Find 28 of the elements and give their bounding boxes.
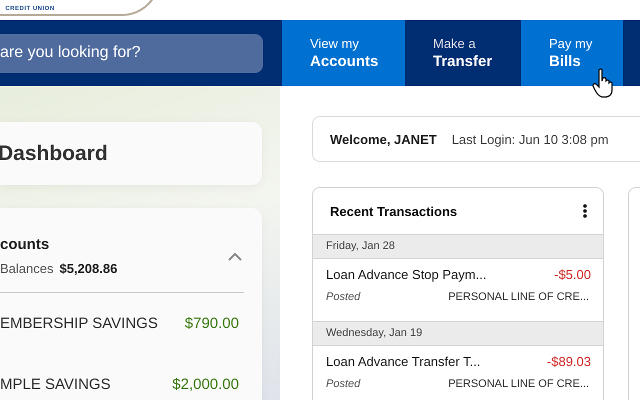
transaction-description: Loan Advance Stop Paym... [326,267,486,282]
account-name[interactable]: EMBERSHIP SAVINGS [0,315,158,332]
more-options-icon[interactable] [583,204,587,218]
date-header: Wednesday, Jan 19 [313,321,603,346]
transaction-status: Posted [326,291,360,303]
hand-cursor-icon [592,68,614,98]
welcome-text: Welcome, JANET [330,132,437,146]
transaction-status: Posted [326,378,360,390]
nav-button[interactable]: Pay my Bills [521,20,623,86]
transaction-amount: -$89.03 [546,354,591,369]
account-balance: $2,000.00 [172,376,239,393]
last-login-text: Last Login: Jun 10 3:08 pm [452,132,609,146]
card-title: Recent Transactions [330,204,458,218]
balance-label: Balances [0,261,54,276]
transaction-amount: -$5.00 [554,267,591,282]
chevron-icon[interactable] [228,252,242,260]
transaction-row[interactable]: Loan Advance Stop Paym... -$5.00 Posted PERSONAL LINE OF CRE... [313,259,603,321]
account-name[interactable]: MPLE SAVINGS [0,376,111,393]
account-balance: $790.00 [184,315,239,332]
balance-amount: $5,208.86 [59,261,118,276]
transaction-row[interactable]: Loan Advance Transfer T... -$89.03 Posted PERSONAL LINE OF CRE... [313,346,603,400]
transaction-description: Loan Advance Transfer T... [326,354,480,369]
date-header: Friday, Jan 28 [313,234,603,259]
transaction-account: PERSONAL LINE OF CRE... [448,291,589,303]
nav-button[interactable]: View my Accounts [282,20,405,86]
transaction-account: PERSONAL LINE OF CRE... [448,378,589,390]
search-field[interactable]: are you looking for? [0,34,263,72]
accounts-title: counts [0,236,50,253]
